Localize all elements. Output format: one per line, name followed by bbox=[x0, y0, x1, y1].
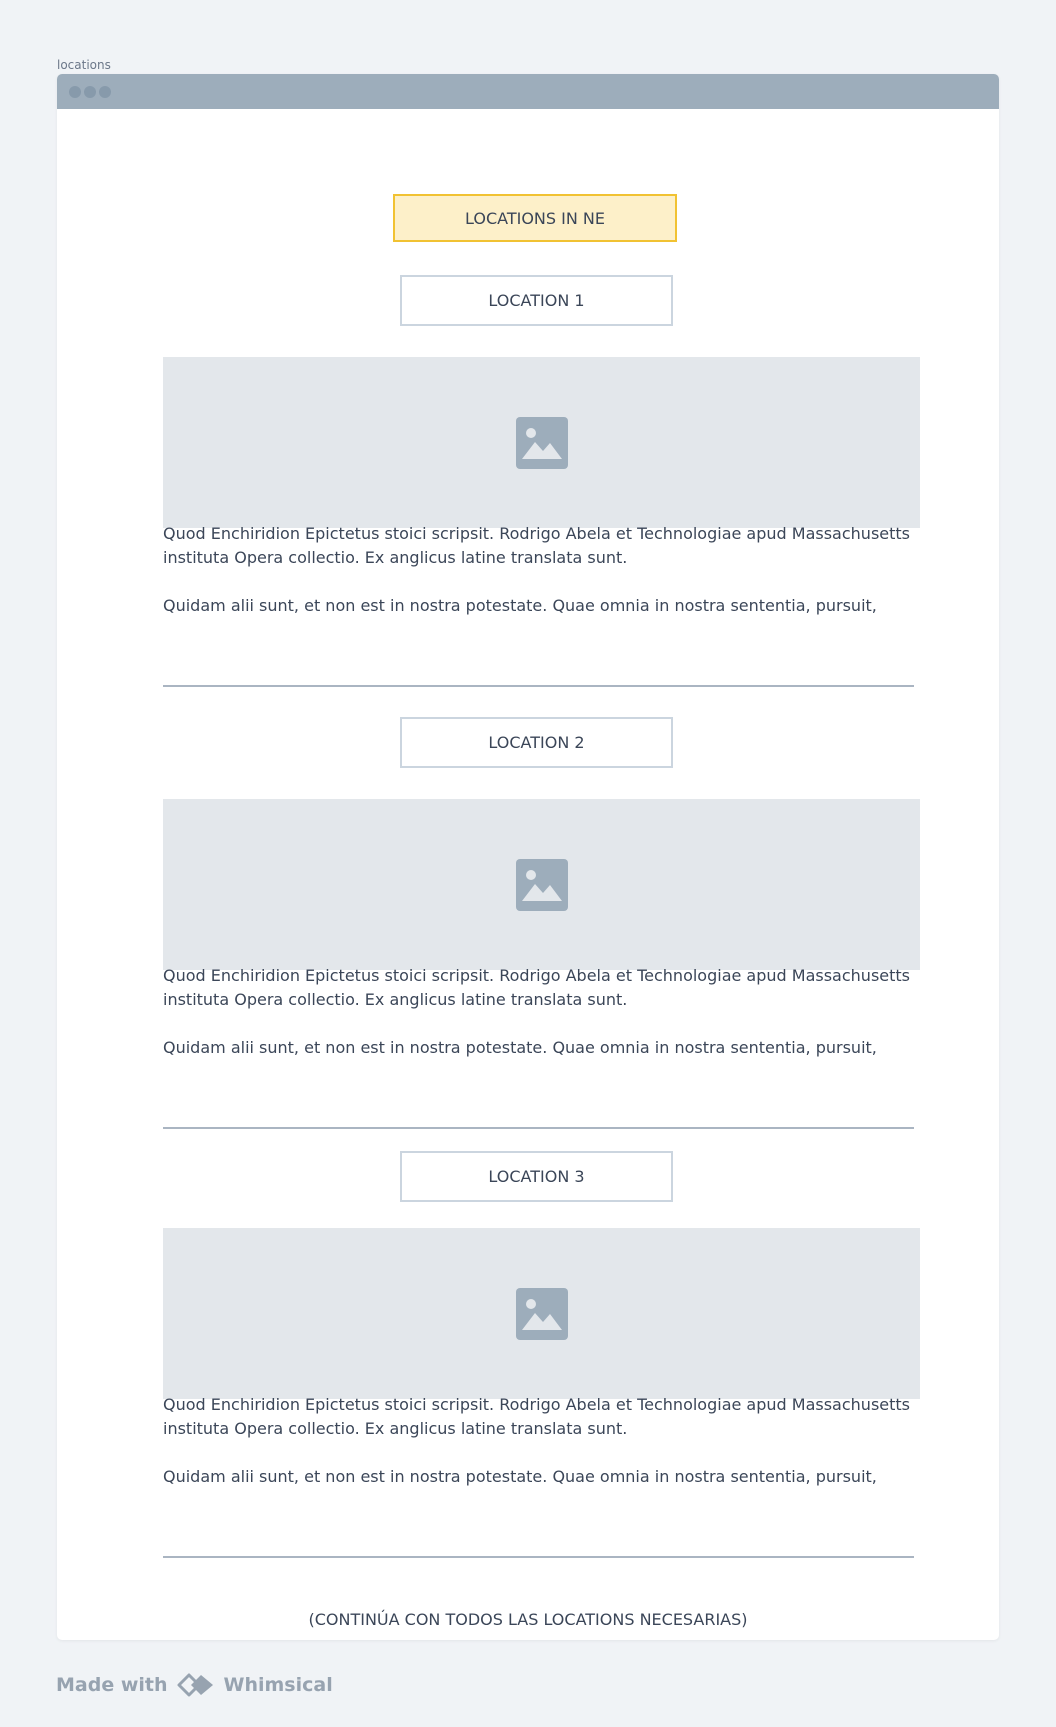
page-title: LOCATIONS IN NE bbox=[393, 194, 677, 242]
section-divider bbox=[163, 1556, 914, 1558]
whimsical-logo-icon bbox=[177, 1673, 213, 1697]
location-description: Quidam alii sunt, et non est in nostra p… bbox=[163, 1038, 877, 1057]
section-divider bbox=[163, 1127, 914, 1129]
image-placeholder bbox=[163, 357, 920, 528]
section-divider bbox=[163, 685, 914, 687]
made-with-whimsical[interactable]: Made with Whimsical bbox=[56, 1671, 333, 1699]
location-description: Quod Enchiridion Epictetus stoici scrips… bbox=[163, 524, 910, 567]
location-description: Quod Enchiridion Epictetus stoici scrips… bbox=[163, 966, 910, 1009]
location-title: LOCATION 1 bbox=[400, 275, 673, 326]
frame-label: locations bbox=[57, 58, 111, 72]
image-placeholder bbox=[163, 1228, 920, 1399]
image-placeholder-icon bbox=[515, 858, 568, 911]
made-with-label: Made with bbox=[56, 1674, 168, 1696]
location-description: Quod Enchiridion Epictetus stoici scrips… bbox=[163, 1395, 910, 1438]
whimsical-brand: Whimsical bbox=[223, 1674, 333, 1696]
image-placeholder-icon bbox=[515, 1287, 568, 1340]
window-control-dot bbox=[69, 86, 81, 98]
window-control-dot bbox=[99, 86, 111, 98]
image-placeholder-icon bbox=[515, 416, 568, 469]
image-placeholder bbox=[163, 799, 920, 970]
location-title: LOCATION 3 bbox=[400, 1151, 673, 1202]
location-title: LOCATION 2 bbox=[400, 717, 673, 768]
location-description: Quidam alii sunt, et non est in nostra p… bbox=[163, 596, 877, 615]
window-control-dot bbox=[84, 86, 96, 98]
window-titlebar bbox=[57, 74, 999, 109]
location-description: Quidam alii sunt, et non est in nostra p… bbox=[163, 1467, 877, 1486]
continue-note: (CONTINÚA CON TODOS LAS LOCATIONS NECESA… bbox=[308, 1610, 748, 1629]
browser-window: LOCATIONS IN NE LOCATION 1 Quod Enchirid… bbox=[57, 74, 999, 1640]
